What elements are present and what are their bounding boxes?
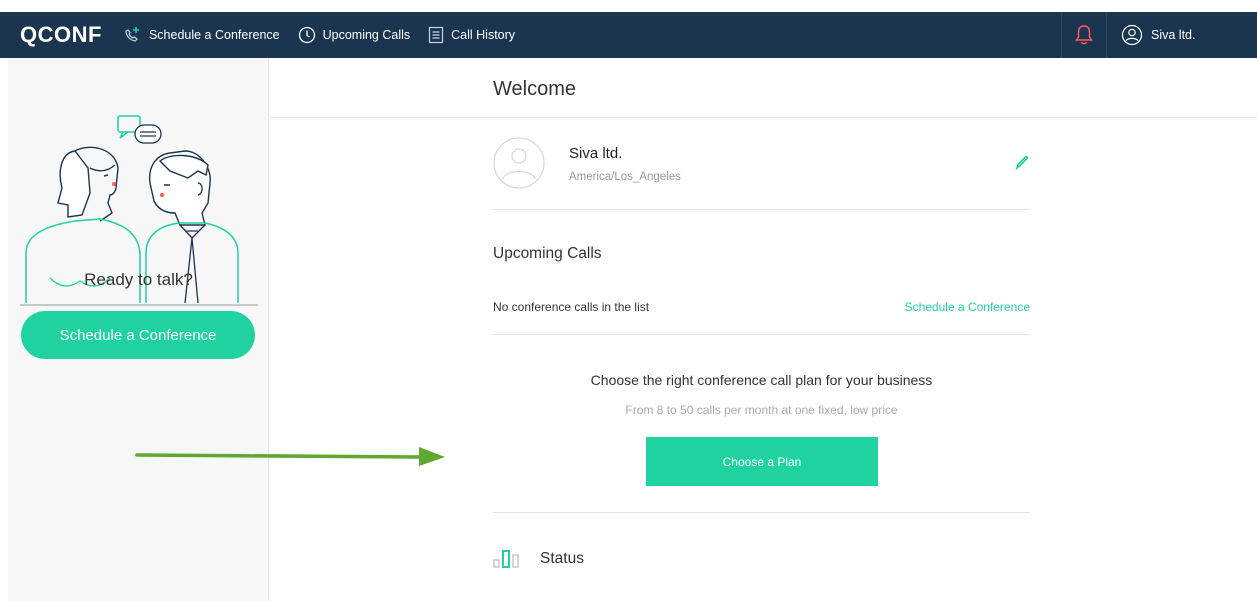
avatar[interactable] [493, 137, 545, 189]
logo-text: QCONF [20, 22, 102, 47]
ready-to-talk-text: Ready to talk? [84, 270, 193, 289]
nav-upcoming-calls[interactable]: Upcoming Calls [298, 26, 411, 44]
document-icon [429, 26, 444, 44]
window-top-strip [0, 0, 1257, 12]
nav-history-label: Call History [451, 28, 516, 42]
bar-chart-icon [493, 550, 519, 568]
status-title: Status [540, 550, 584, 567]
profile-card: Siva ltd. America/Los_Angeles [493, 135, 1030, 210]
clock-icon [298, 26, 315, 44]
user-menu[interactable]: Siva ltd. [1107, 12, 1257, 58]
left-sidebar: Ready to talk? Schedule a Conference [8, 58, 269, 601]
navbar-right: Siva ltd. [1061, 12, 1257, 58]
page-title: Welcome [493, 78, 576, 100]
profile-name: Siva ltd. [569, 145, 623, 162]
annotation-arrow-icon [135, 447, 445, 466]
user-icon [1121, 24, 1143, 46]
choose-plan-button[interactable]: Choose a Plan [646, 437, 878, 486]
profile-timezone: America/Los_Angeles [569, 171, 681, 183]
welcome-header: Welcome [270, 58, 1257, 118]
user-name: Siva ltd. [1151, 28, 1196, 42]
schedule-conference-button[interactable]: Schedule a Conference [21, 311, 255, 359]
divider [493, 512, 1030, 513]
schedule-conference-link[interactable]: Schedule a Conference [905, 300, 1030, 314]
pencil-icon[interactable] [1014, 155, 1030, 171]
upcoming-calls-title: Upcoming Calls [493, 245, 602, 262]
phone-plus-icon [125, 27, 139, 42]
notifications-button[interactable] [1061, 12, 1107, 58]
no-calls-text: No conference calls in the list [493, 300, 650, 314]
divider [493, 334, 1030, 335]
nav-call-history[interactable]: Call History [428, 26, 515, 44]
nav-schedule-label: Schedule a Conference [148, 28, 280, 42]
qconf-logo[interactable]: QCONF [20, 22, 102, 48]
plan-promo-subtitle: From 8 to 50 calls per month at one fixe… [625, 403, 898, 417]
nav-upcoming-label: Upcoming Calls [322, 28, 411, 42]
bell-icon [1075, 25, 1093, 45]
plan-promo-title: Choose the right conference call plan fo… [590, 372, 933, 388]
top-navbar: QCONF Schedule a Conference Upcoming Cal… [0, 12, 1257, 58]
nav-schedule-conference[interactable]: Schedule a Conference [122, 25, 280, 45]
